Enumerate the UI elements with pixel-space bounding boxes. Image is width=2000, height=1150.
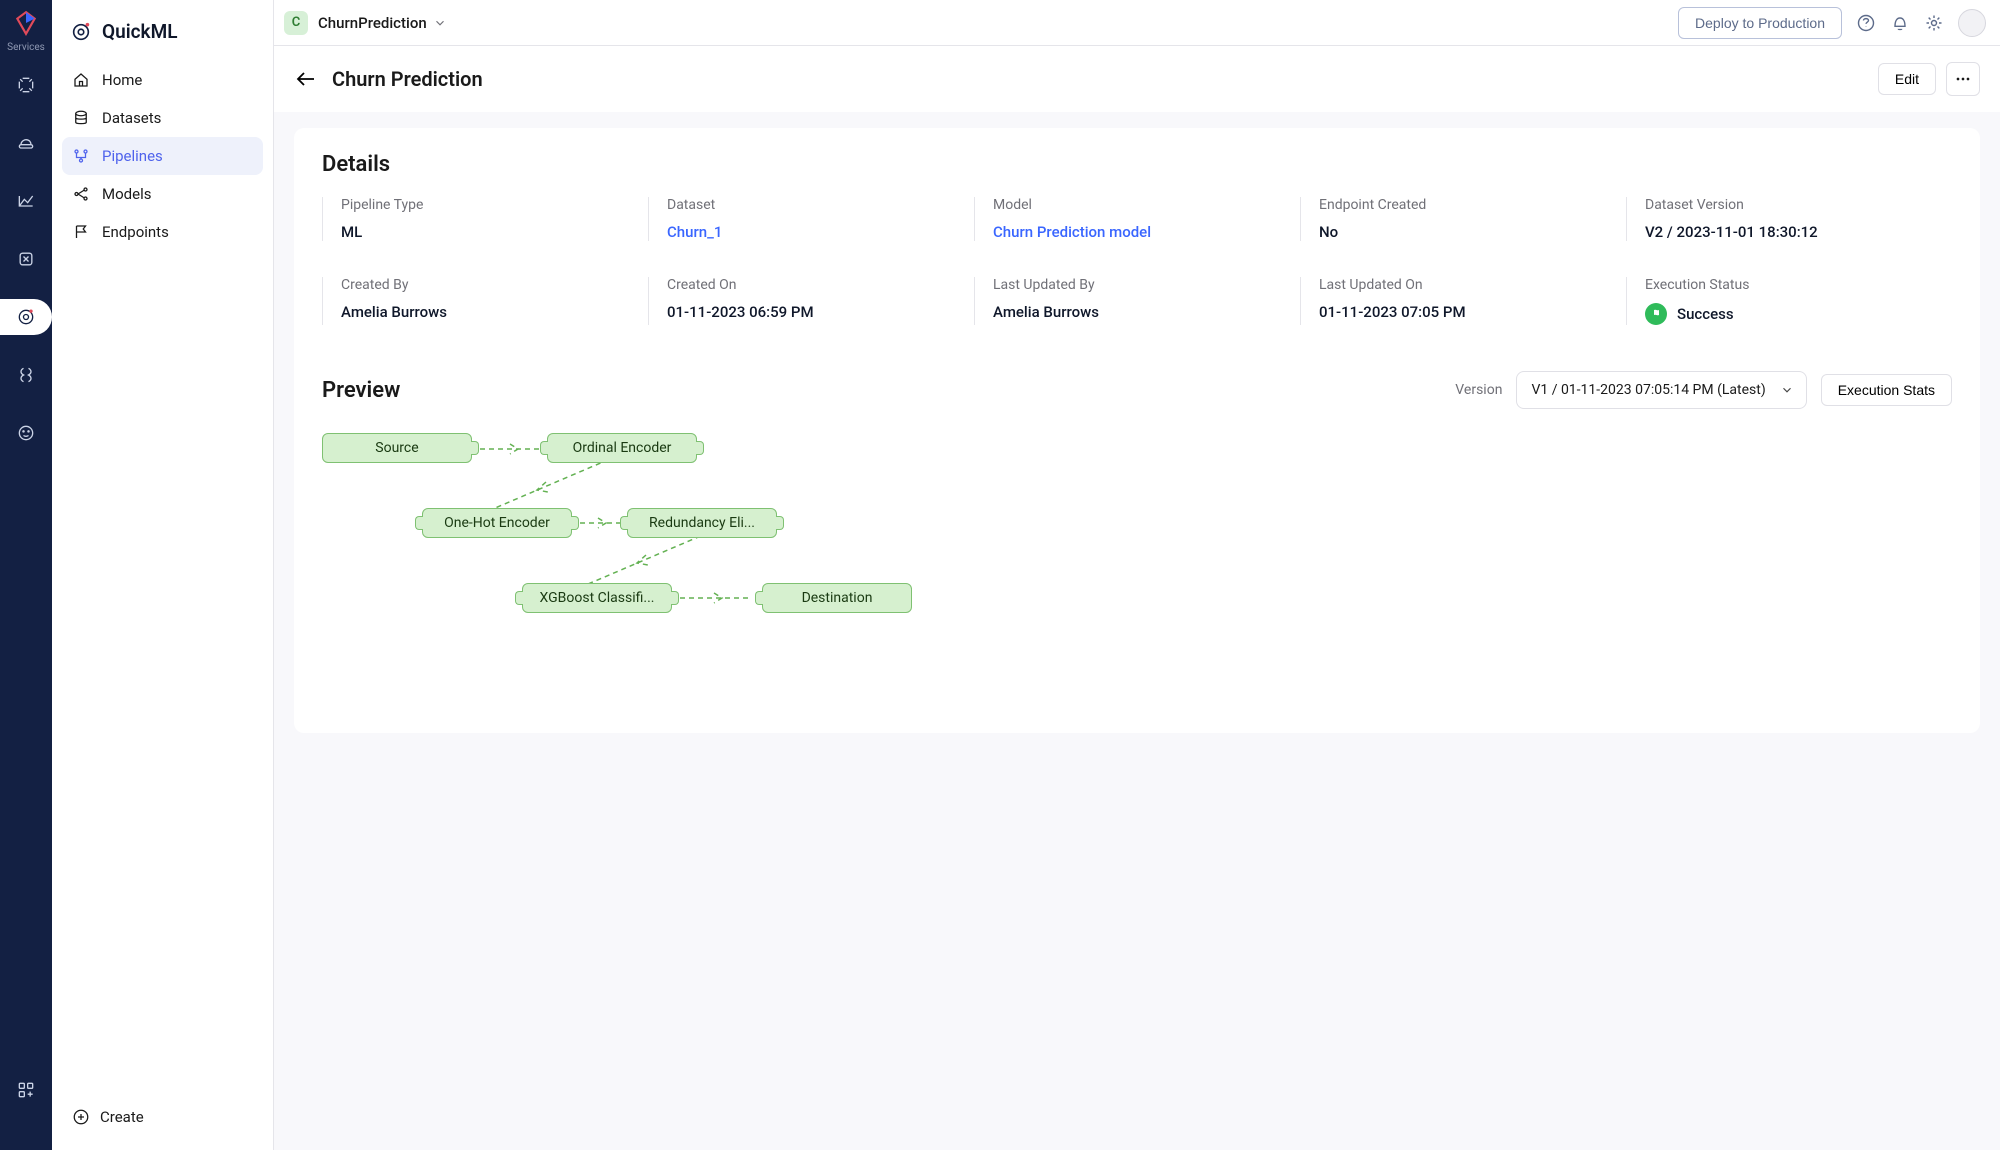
version-select[interactable]: V1 / 01-11-2023 07:05:14 PM (Latest) — [1516, 371, 1806, 409]
node-source[interactable]: Source — [322, 433, 472, 463]
rail-item-4[interactable] — [8, 241, 44, 277]
preview-heading: Preview — [322, 378, 400, 403]
sidebar: QuickML Home Datasets Pipelines Models E… — [52, 0, 274, 1150]
create-button[interactable]: Create — [62, 1098, 263, 1136]
product-name: QuickML — [62, 14, 263, 61]
field-dataset: DatasetChurn_1 — [648, 197, 974, 241]
chevron-down-icon — [1780, 383, 1794, 397]
workspace-name[interactable]: ChurnPrediction — [318, 14, 427, 32]
chevron-down-icon[interactable] — [433, 16, 447, 30]
back-arrow-icon[interactable] — [294, 67, 318, 91]
details-card: Details Pipeline TypeML DatasetChurn_1 M… — [294, 128, 1980, 733]
field-created-by: Created ByAmelia Burrows — [322, 277, 648, 325]
field-created-on: Created On01-11-2023 06:59 PM — [648, 277, 974, 325]
field-dataset-version: Dataset VersionV2 / 2023-11-01 18:30:12 — [1626, 197, 1952, 241]
nav-endpoints[interactable]: Endpoints — [62, 213, 263, 251]
node-ordinal-encoder[interactable]: Ordinal Encoder — [547, 433, 697, 463]
pipeline-dag: Source Ordinal Encoder One-Hot Encoder R… — [322, 433, 1952, 693]
topbar: C ChurnPrediction Deploy to Production — [274, 0, 2000, 46]
service-rail: Services — [0, 0, 52, 1150]
details-heading: Details — [322, 152, 1952, 177]
rail-item-6[interactable] — [8, 357, 44, 393]
help-icon[interactable] — [1856, 13, 1876, 33]
node-redundancy[interactable]: Redundancy Eli... — [627, 508, 777, 538]
node-destination[interactable]: Destination — [762, 583, 912, 613]
workspace-chip[interactable]: C — [284, 11, 308, 35]
more-menu[interactable] — [1946, 62, 1980, 96]
field-endpoint-created: Endpoint CreatedNo — [1300, 197, 1626, 241]
bell-icon[interactable] — [1890, 13, 1910, 33]
nav-models[interactable]: Models — [62, 175, 263, 213]
edit-button[interactable]: Edit — [1878, 63, 1936, 95]
nav-pipelines[interactable]: Pipelines — [62, 137, 263, 175]
field-last-updated-by: Last Updated ByAmelia Burrows — [974, 277, 1300, 325]
field-last-updated-on: Last Updated On01-11-2023 07:05 PM — [1300, 277, 1626, 325]
node-onehot-encoder[interactable]: One-Hot Encoder — [422, 508, 572, 538]
rail-item-7[interactable] — [8, 415, 44, 451]
rail-apps-icon[interactable] — [8, 1072, 44, 1108]
node-xgboost[interactable]: XGBoost Classifi... — [522, 583, 672, 613]
success-icon — [1645, 303, 1667, 325]
version-label: Version — [1455, 382, 1502, 398]
deploy-button[interactable]: Deploy to Production — [1678, 7, 1842, 39]
field-pipeline-type: Pipeline TypeML — [322, 197, 648, 241]
rail-item-2[interactable] — [8, 125, 44, 161]
nav-datasets[interactable]: Datasets — [62, 99, 263, 137]
gear-icon[interactable] — [1924, 13, 1944, 33]
services-label: Services — [7, 42, 45, 53]
rail-item-3[interactable] — [8, 183, 44, 219]
execution-stats-button[interactable]: Execution Stats — [1821, 374, 1952, 406]
rail-item-quickml[interactable] — [0, 299, 52, 335]
nav-home[interactable]: Home — [62, 61, 263, 99]
rail-item-1[interactable] — [8, 67, 44, 103]
product-logo-icon — [13, 10, 39, 36]
page-header: Churn Prediction Edit — [274, 46, 2000, 112]
field-execution-status: Execution Status Success — [1626, 277, 1952, 325]
user-avatar[interactable] — [1958, 9, 1986, 37]
page-title: Churn Prediction — [332, 67, 483, 91]
field-model: ModelChurn Prediction model — [974, 197, 1300, 241]
